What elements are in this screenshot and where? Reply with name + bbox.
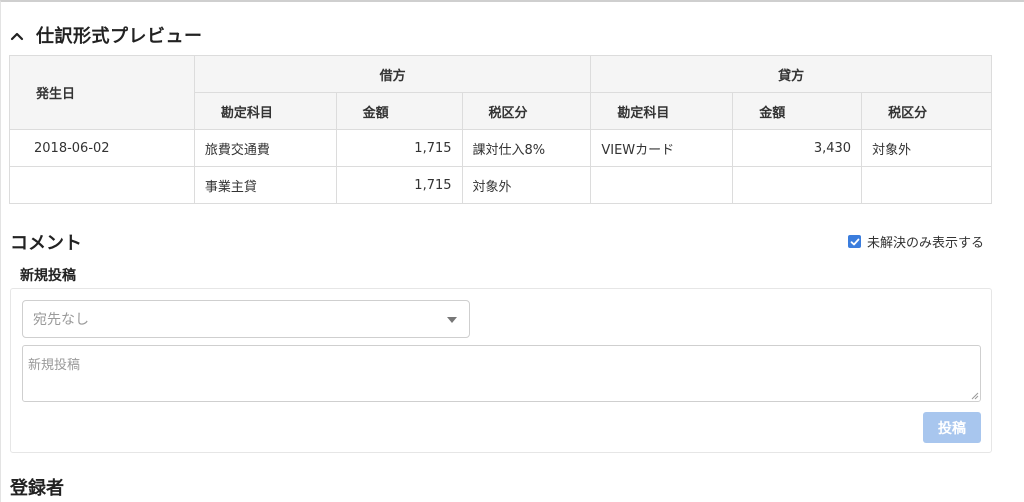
cell-credit-amount (732, 166, 863, 204)
header-debit: 借方 (193, 55, 592, 93)
header-credit-account: 勘定科目 (590, 92, 734, 130)
cell-debit-tax: 課対仕入8% (461, 129, 592, 167)
header-credit: 貸方 (590, 55, 992, 93)
journal-preview-table: 発生日 借方 貸方 勘定科目 金額 税区分 勘定科目 金額 税区分 2018-0… (9, 55, 992, 204)
comment-section-title: コメント (10, 233, 82, 254)
header-date: 発生日 (9, 55, 195, 130)
header-debit-amount: 金額 (335, 92, 463, 130)
chevron-up-icon[interactable] (10, 28, 24, 42)
preview-title: 仕訳形式プレビュー (36, 26, 203, 47)
table-row: 2018-06-02 旅費交通費 1,715 課対仕入8% VIEWカード 3,… (9, 129, 992, 167)
recipient-select[interactable]: 宛先なし (22, 300, 470, 338)
caret-down-icon (447, 317, 457, 323)
cell-credit-tax (861, 166, 992, 204)
new-comment-card: 宛先なし 新規投稿 投稿 (10, 288, 992, 453)
cell-debit-tax: 対象外 (461, 166, 592, 204)
registrant-section-title: 登録者 (10, 478, 64, 499)
comment-body-placeholder: 新規投稿 (28, 358, 81, 373)
unresolved-only-label[interactable]: 未解決のみ表示する (867, 232, 984, 251)
preview-section-header[interactable]: 仕訳形式プレビュー (10, 24, 203, 47)
header-debit-tax: 税区分 (461, 92, 592, 130)
cell-debit-amount: 1,715 (335, 166, 463, 204)
checkmark-icon (850, 238, 859, 245)
cell-credit-account (590, 166, 734, 204)
cell-debit-account: 旅費交通費 (193, 129, 337, 167)
recipient-placeholder: 宛先なし (33, 312, 89, 328)
unresolved-only-toggle[interactable]: 未解決のみ表示する (848, 232, 984, 251)
table-header-row: 発生日 借方 貸方 (9, 55, 992, 130)
cell-credit-tax: 対象外 (861, 129, 992, 167)
cell-date: 2018-06-02 (9, 129, 195, 167)
cell-date (9, 166, 195, 204)
header-credit-tax: 税区分 (861, 92, 992, 130)
header-credit-amount: 金額 (732, 92, 863, 130)
cell-credit-account: VIEWカード (590, 129, 734, 167)
cell-debit-amount: 1,715 (335, 129, 463, 167)
header-debit-account: 勘定科目 (193, 92, 337, 130)
resize-grip-icon[interactable] (970, 391, 979, 400)
cell-debit-account: 事業主貸 (193, 166, 337, 204)
checkbox[interactable] (848, 235, 861, 248)
new-post-label: 新規投稿 (20, 268, 76, 284)
cell-credit-amount: 3,430 (732, 129, 863, 167)
comment-body-input[interactable]: 新規投稿 (22, 345, 981, 402)
post-button[interactable]: 投稿 (923, 412, 981, 443)
table-row: 事業主貸 1,715 対象外 (9, 166, 992, 204)
